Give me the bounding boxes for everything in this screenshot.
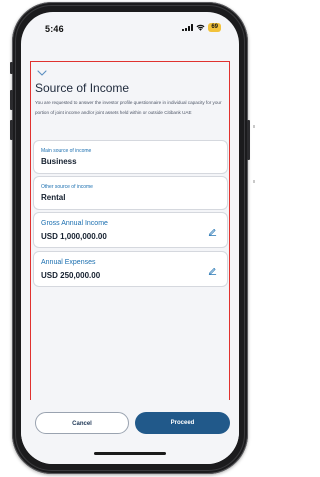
wifi-icon bbox=[196, 24, 205, 31]
edit-pencil-icon[interactable] bbox=[208, 266, 217, 275]
cancel-button[interactable]: Cancel bbox=[35, 412, 129, 434]
volume-down-button bbox=[10, 120, 13, 140]
battery-indicator: 69 bbox=[208, 23, 221, 32]
frame-mark bbox=[253, 125, 255, 128]
field-value: Business bbox=[41, 157, 77, 166]
status-icons: 69 bbox=[182, 23, 221, 32]
annual-expenses-field[interactable]: Annual Expenses USD 250,000.00 bbox=[34, 252, 227, 286]
power-button bbox=[247, 120, 250, 160]
app-screen: 5:46 69 Source of Income You are request… bbox=[21, 12, 239, 464]
field-label: Main source of income bbox=[41, 148, 92, 154]
field-value: Rental bbox=[41, 193, 66, 202]
field-label: Annual Expenses bbox=[41, 259, 96, 266]
page-description: You are requested to answer the investor… bbox=[35, 100, 222, 115]
edit-pencil-icon[interactable] bbox=[208, 227, 217, 236]
status-time: 5:46 bbox=[45, 24, 64, 34]
other-income-source-field[interactable]: Other source of income Rental bbox=[34, 177, 227, 209]
field-value: USD 1,000,000.00 bbox=[41, 232, 107, 241]
cellular-signal-icon bbox=[182, 24, 194, 31]
page-title: Source of Income bbox=[35, 81, 130, 95]
mute-switch bbox=[10, 62, 13, 74]
field-value: USD 250,000.00 bbox=[41, 271, 101, 280]
main-income-source-field[interactable]: Main source of income Business bbox=[34, 141, 227, 173]
volume-up-button bbox=[10, 90, 13, 110]
frame-mark bbox=[253, 180, 255, 183]
home-indicator[interactable] bbox=[94, 452, 166, 455]
field-label: Other source of income bbox=[41, 184, 93, 190]
field-label: Gross Annual Income bbox=[41, 220, 108, 227]
status-bar: 5:46 69 bbox=[21, 12, 239, 48]
gross-annual-income-field[interactable]: Gross Annual Income USD 1,000,000.00 bbox=[34, 213, 227, 247]
proceed-button[interactable]: Proceed bbox=[135, 412, 230, 434]
chevron-down-icon[interactable] bbox=[37, 69, 47, 77]
